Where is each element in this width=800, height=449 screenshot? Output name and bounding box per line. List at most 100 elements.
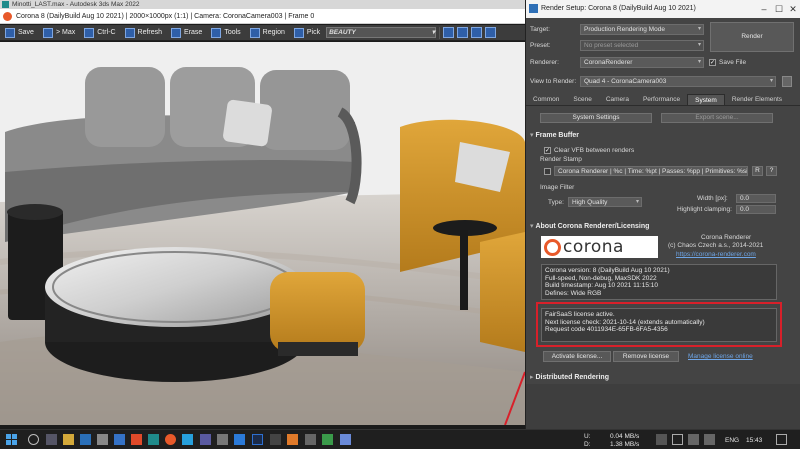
stamp-help-button[interactable]: ?	[766, 166, 777, 176]
render-stamp-field[interactable]: Corona Renderer | %c | Time: %pt | Passe…	[554, 166, 748, 176]
app-icon[interactable]	[287, 434, 298, 445]
chrome-icon[interactable]	[165, 434, 176, 445]
app-icon[interactable]	[217, 434, 228, 445]
tab-camera[interactable]: Camera	[599, 94, 636, 105]
app-icon[interactable]	[305, 434, 316, 445]
filter-type-label: Type:	[548, 199, 564, 206]
tab-scene[interactable]: Scene	[566, 94, 598, 105]
to-max-button[interactable]: > Max	[40, 26, 78, 39]
tray-icon[interactable]	[656, 434, 667, 445]
office-icon[interactable]	[131, 434, 142, 445]
frame-buffer-rollout[interactable]: Frame Buffer	[530, 131, 579, 139]
app-icon[interactable]	[234, 434, 245, 445]
net-down-label: D:	[584, 441, 591, 448]
product-name: Corona Renderer	[701, 234, 752, 241]
tab-common[interactable]: Common	[526, 94, 566, 105]
erase-button[interactable]: Erase	[168, 26, 205, 39]
website-link[interactable]: https://corona-renderer.com	[676, 251, 756, 258]
region-icon	[249, 27, 260, 38]
export-scene-button[interactable]: Export scene...	[661, 113, 773, 123]
view-to-render-dropdown[interactable]: Quad 4 - CoronaCamera003 ▾	[580, 76, 776, 87]
windows-start-icon[interactable]	[6, 434, 17, 445]
copy-button[interactable]: Ctrl-C	[81, 26, 118, 39]
store-icon[interactable]	[97, 434, 108, 445]
annotation-arrow	[504, 371, 525, 425]
clear-vfb-checkbox[interactable]: ✓	[544, 147, 551, 154]
channel-dropdown[interactable]: BEAUTY ▾	[326, 27, 437, 38]
remove-license-button[interactable]: Remove license	[613, 351, 679, 362]
3dsmax-taskbar-icon[interactable]	[148, 434, 159, 445]
photoshop-icon[interactable]	[252, 434, 263, 445]
chevron-down-icon: ▾	[697, 26, 701, 32]
activate-license-button[interactable]: Activate license...	[543, 351, 611, 362]
net-up-label: U:	[584, 433, 591, 440]
filter-type-dropdown[interactable]: High Quality ▾	[568, 197, 642, 207]
system-settings-button[interactable]: System Settings	[540, 113, 652, 123]
vfb-title: Corona 8 (DailyBuild Aug 10 2021) | 2000…	[16, 13, 315, 20]
minimize-icon[interactable]: –	[757, 0, 771, 18]
refresh-button[interactable]: Refresh	[122, 26, 166, 39]
zoom-in-icon[interactable]	[443, 27, 455, 38]
windows-taskbar: U: 0.04 MB/s D: 1.38 MB/s ENG 15:43	[0, 429, 800, 449]
render-setup-title-bar: Render Setup: Corona 8 (DailyBuild Aug 1…	[526, 0, 800, 18]
tools-icon	[211, 27, 222, 38]
search-icon[interactable]	[28, 434, 39, 445]
app-icon[interactable]	[270, 434, 281, 445]
tab-performance[interactable]: Performance	[636, 94, 687, 105]
tools-button[interactable]: Tools	[208, 26, 243, 39]
render-viewport[interactable]	[0, 42, 525, 425]
manage-license-link[interactable]: Manage license online	[688, 353, 753, 360]
volume-icon[interactable]	[704, 434, 715, 445]
render-stamp-label: Render Stamp	[540, 156, 582, 163]
region-button[interactable]: Region	[247, 26, 288, 39]
tab-system[interactable]: System	[687, 94, 725, 105]
highlight-clamping-label: Highlight clamping:	[677, 206, 732, 213]
language-indicator[interactable]: ENG	[725, 437, 739, 444]
max-window-title: Minotti_LAST.max - Autodesk 3ds Max 2022	[12, 1, 140, 8]
highlight-clamping-spinner[interactable]: 0.0	[736, 205, 776, 214]
vfb-toolbar: Save > Max Ctrl-C Refresh Erase Tools Re…	[0, 25, 525, 41]
distributed-rendering-rollout[interactable]: Distributed Rendering	[530, 373, 609, 381]
lock-icon[interactable]	[782, 76, 792, 87]
target-label: Target:	[530, 26, 550, 33]
tab-render-elements[interactable]: Render Elements	[725, 94, 789, 105]
clock[interactable]: 15:43	[746, 437, 762, 444]
filter-width-spinner[interactable]: 0.0	[736, 194, 776, 203]
task-view-icon[interactable]	[46, 434, 57, 445]
app-icon[interactable]	[340, 434, 351, 445]
about-rollout[interactable]: About Corona Renderer/Licensing	[530, 222, 649, 230]
zoom-fit-icon[interactable]	[471, 27, 483, 38]
pick-button[interactable]: Pick	[291, 26, 323, 39]
stamp-reset-button[interactable]: R	[752, 166, 763, 176]
preset-dropdown[interactable]: No preset selected ▾	[580, 40, 704, 51]
edge-icon[interactable]	[80, 434, 91, 445]
render-setup-window: Render Setup: Corona 8 (DailyBuild Aug 1…	[525, 0, 800, 429]
copyright: (c) Chaos Czech a.s., 2014-2021	[668, 242, 764, 249]
app-icon[interactable]	[200, 434, 211, 445]
renderer-dropdown[interactable]: CoronaRenderer ▾	[580, 57, 704, 68]
render-setup-logo-icon	[529, 4, 538, 13]
notifications-icon[interactable]	[776, 434, 787, 445]
file-explorer-icon[interactable]	[63, 434, 74, 445]
pick-hand-icon	[293, 27, 304, 38]
zoom-reset-icon[interactable]	[485, 27, 497, 38]
view-to-render-label: View to Render:	[530, 78, 577, 85]
version-info-box: Corona version: 8 (DailyBuild Aug 10 202…	[541, 264, 777, 300]
zoom-out-icon[interactable]	[457, 27, 469, 38]
mail-icon[interactable]	[114, 434, 125, 445]
erase-icon	[171, 27, 182, 38]
render-button[interactable]: Render	[710, 22, 794, 52]
net-down-value: 1.38 MB/s	[610, 441, 640, 448]
maximize-icon[interactable]: ☐	[772, 0, 786, 18]
corona-emblem-icon	[544, 239, 561, 256]
save-button[interactable]: Save	[2, 26, 37, 39]
chevron-up-icon[interactable]	[672, 434, 683, 445]
close-icon[interactable]: ✕	[786, 0, 800, 18]
refresh-icon	[124, 27, 135, 38]
network-icon[interactable]	[688, 434, 699, 445]
target-dropdown[interactable]: Production Rendering Mode ▾	[580, 24, 704, 35]
save-file-checkbox[interactable]: ✓	[709, 59, 716, 66]
photos-icon[interactable]	[182, 434, 193, 445]
app-icon[interactable]	[322, 434, 333, 445]
render-stamp-checkbox[interactable]	[544, 168, 551, 175]
